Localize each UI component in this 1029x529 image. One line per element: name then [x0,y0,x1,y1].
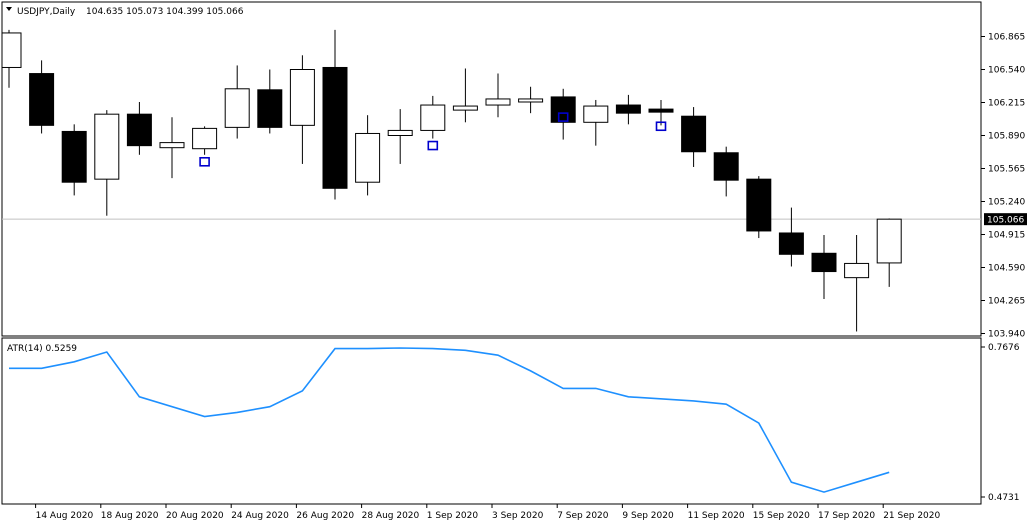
price-tick-label: 105.890 [988,132,1025,142]
bull-candle-body [583,105,609,123]
time-tick-label: 9 Sep 2020 [622,511,674,521]
price-tick-label: 103.940 [988,330,1025,340]
atr-panel[interactable] [1,337,982,505]
time-tick-label: 3 Sep 2020 [492,511,544,521]
bear-candle-body [778,232,804,255]
time-tick-label: 15 Sep 2020 [753,511,810,521]
bear-candle-body [746,178,772,232]
bull-candle-body [224,88,250,128]
bull-candle-body [420,104,446,131]
bear-candle-body [257,89,283,128]
time-tick-label: 7 Sep 2020 [557,511,609,521]
bear-candle-body [648,108,674,113]
bear-candle-body [29,73,55,126]
time-tick-label: 20 Aug 2020 [166,511,224,521]
chart-window[interactable]: 106.865 106.540 106.215 105.890 105.565 105.2… [0,0,1029,525]
atr-axis: 0.7676 0.4731 [981,343,1020,503]
chart-canvas[interactable]: 106.865 106.540 106.215 105.890 105.565 105.2… [0,0,1029,525]
time-tick-label: 18 Aug 2020 [101,511,159,521]
candle [746,176,772,239]
time-tick-label: 28 Aug 2020 [362,511,420,521]
time-tick-label: 21 Sep 2020 [883,511,940,521]
atr-label: ATR(14) 0.5259 [7,344,77,354]
bull-candle-body [94,113,120,180]
bull-candle-body [518,98,544,103]
bull-candle-body [485,98,511,106]
bear-candle-body [61,130,87,183]
price-tick-label: 104.915 [988,231,1025,241]
bear-candle-body [681,115,707,153]
atr-tick-label: 0.7676 [988,343,1020,353]
ohlc-label: 104.635 105.073 104.399 105.066 [86,7,244,17]
price-tick-label: 106.215 [988,99,1025,109]
time-tick-label: 17 Sep 2020 [818,511,875,521]
time-tick-label: 11 Sep 2020 [688,511,745,521]
bull-candle-body [876,218,902,264]
bull-candle-body [387,129,413,137]
bull-candle-body [289,69,315,126]
price-tick-label: 106.540 [988,66,1025,76]
bull-candle-body [355,132,381,183]
bull-candle-body [452,105,478,111]
price-tick-label: 105.240 [988,198,1025,208]
bear-candle-body [713,152,739,181]
time-tick-label: 1 Sep 2020 [427,511,479,521]
bear-candle-body [811,252,837,273]
bear-candle-body [550,96,576,123]
bull-candle-body [159,142,185,149]
price-tick-label: 105.565 [988,165,1025,175]
bull-candle-body [844,262,870,279]
time-tick-label: 24 Aug 2020 [231,511,289,521]
bull-candle-body [192,127,218,150]
time-tick-label: 14 Aug 2020 [36,511,94,521]
price-tick-label: 104.590 [988,264,1025,274]
time-tick-label: 26 Aug 2020 [296,511,354,521]
current-price-label: 105.066 [987,216,1024,226]
price-tick-label: 104.265 [988,297,1025,307]
bear-candle-body [615,104,641,114]
bear-candle-body [126,113,152,147]
price-tick-label: 106.865 [988,33,1025,43]
atr-tick-label: 0.4731 [988,493,1020,503]
time-axis: 14 Aug 2020 18 Aug 2020 20 Aug 2020 24 Aug … [35,504,941,521]
price-panel[interactable] [1,1,982,337]
bull-candle-body [1,32,22,68]
bear-candle-body [322,66,348,189]
price-axis: 106.865 106.540 106.215 105.890 105.565 105.2… [981,33,1025,340]
symbol-label: USDJPY,Daily [17,7,76,17]
